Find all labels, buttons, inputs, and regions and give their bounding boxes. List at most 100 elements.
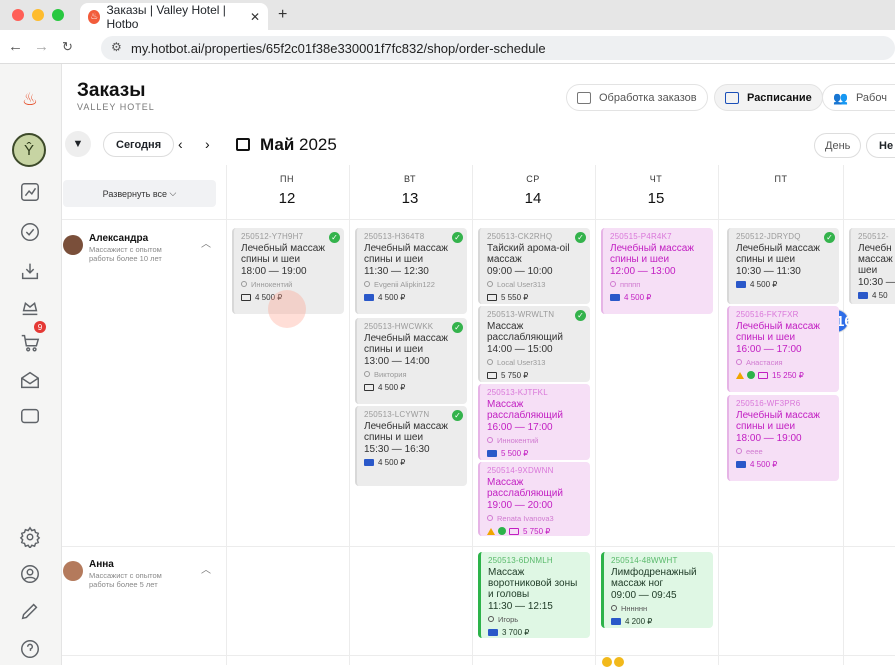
- service-name: Лечебный массаж спины и шеи: [736, 321, 820, 343]
- order-card[interactable]: 250513-WRWLTN Массаж расслабляющий 14:00 —…: [478, 306, 590, 382]
- employee-row: Анастасия: [736, 357, 833, 368]
- inbox-download-icon[interactable]: [17, 258, 43, 284]
- service-name: Массаж воротниковой зоны и головы: [488, 567, 578, 600]
- minimize-window-button[interactable]: [32, 9, 44, 21]
- order-card[interactable]: 250512-JDRYDQ Лечебный массаж спины и шеи…: [727, 228, 839, 304]
- maximize-window-button[interactable]: [52, 9, 64, 21]
- person-icon: [736, 448, 742, 454]
- order-price: 5 750 ₽: [501, 371, 529, 380]
- card-payment-icon: [736, 461, 746, 468]
- card-payment-icon: [611, 618, 621, 625]
- status-dot: [602, 657, 612, 667]
- col-divider: [843, 165, 844, 665]
- weekday: ПН: [280, 174, 294, 184]
- staff-description: Массажист с опытом работы более 10 лет: [89, 245, 162, 263]
- weekday: ВТ: [404, 174, 416, 184]
- url-field[interactable]: ⚙ my.hotbot.ai/properties/65f2c01f38e330…: [101, 36, 895, 60]
- shop-cart-icon[interactable]: [17, 330, 43, 356]
- filter-funnel-icon[interactable]: ▼: [65, 131, 91, 157]
- day-number: 14: [524, 190, 542, 207]
- order-price: 5 500 ₽: [501, 449, 529, 458]
- day-view-button[interactable]: День: [814, 133, 862, 158]
- employee-name: ппппп: [620, 280, 641, 289]
- order-price: 4 50: [872, 291, 888, 300]
- close-window-button[interactable]: [12, 9, 24, 21]
- order-code: 250513-KJTFKL: [487, 388, 548, 397]
- order-time: 18:00 — 19:00: [736, 433, 802, 444]
- order-price: 4 500 ₽: [750, 460, 778, 469]
- profile-icon[interactable]: [17, 561, 43, 587]
- employee-name: Renata Ivanova3: [497, 514, 554, 523]
- property-avatar[interactable]: Ŷ: [12, 133, 46, 167]
- help-icon[interactable]: [17, 636, 43, 662]
- order-card[interactable]: 250513-H364T8 Лечебный массаж спины и шеи…: [355, 228, 467, 314]
- service-name: Лечебный массаж спины и шеи: [736, 410, 820, 432]
- order-card[interactable]: 250514-9XDWNN Массаж расслабляющий 19:00 —…: [478, 462, 590, 536]
- workload-view-button[interactable]: 👥 Рабоч: [822, 84, 895, 111]
- chevron-up-icon[interactable]: ︿: [201, 235, 211, 250]
- employee-row: ппппп: [610, 279, 707, 290]
- today-button[interactable]: Сегодня: [103, 132, 175, 157]
- order-price: 5 750 ₽: [523, 527, 551, 536]
- price-row: 4 500 ₽: [736, 279, 833, 290]
- new-tab-icon[interactable]: +: [278, 6, 287, 24]
- chat-icon[interactable]: [17, 404, 43, 430]
- order-card[interactable]: 250513-LCYW7N Лечебный массаж спины и шеи…: [355, 406, 467, 486]
- employee-name: eeee: [746, 447, 763, 456]
- site-settings-icon[interactable]: ⚙: [111, 40, 122, 54]
- order-card[interactable]: 250514-48WWHT Лимфодренажный массаж ног 09…: [601, 552, 713, 628]
- person-icon: [487, 359, 493, 365]
- order-price: 4 500 ₽: [378, 383, 406, 392]
- reload-icon[interactable]: ↻: [62, 39, 73, 55]
- order-processing-view-button[interactable]: Обработка заказов: [566, 84, 708, 111]
- close-tab-icon[interactable]: ✕: [250, 10, 260, 24]
- employee-row: Нннннн: [611, 603, 707, 614]
- day-header-wed[interactable]: СР 14: [472, 174, 594, 207]
- order-card[interactable]: 250512- Лечебн массаж шеи 10:30 — 4 50: [849, 228, 895, 304]
- forward-arrow-icon[interactable]: →: [34, 38, 49, 55]
- employee-name: Виктория: [374, 370, 407, 379]
- schedule-view-button[interactable]: Расписание: [714, 84, 823, 111]
- services-crown-icon[interactable]: [17, 294, 43, 320]
- price-row: 4 500 ₽: [364, 292, 461, 303]
- day-header-thu[interactable]: ЧТ 15: [595, 174, 717, 207]
- order-card[interactable]: 250516-WF3PR6 Лечебный массаж спины и шеи…: [727, 395, 839, 481]
- col-divider: [595, 165, 596, 665]
- week-view-button[interactable]: Не: [866, 133, 895, 158]
- price-row: 4 500 ₽: [364, 382, 461, 393]
- back-arrow-icon[interactable]: ←: [8, 38, 23, 55]
- mail-open-icon[interactable]: [17, 367, 43, 393]
- tasks-check-icon[interactable]: [17, 219, 43, 245]
- order-code: 250513-H364T8: [364, 232, 425, 241]
- inbox-icon: [577, 91, 591, 104]
- day-header-mon[interactable]: ПН 12: [226, 174, 348, 207]
- price-row: 4 500 ₽: [610, 292, 707, 303]
- browser-tab[interactable]: ♨ Заказы | Valley Hotel | Hotbo ✕: [80, 3, 268, 31]
- price-row: 5 750 ₽: [487, 370, 584, 381]
- hotbot-logo-icon[interactable]: ♨: [17, 86, 43, 112]
- view-label: Рабоч: [855, 91, 887, 104]
- order-card[interactable]: 250513-6DNMLH Массаж воротниковой зоны и …: [478, 552, 590, 638]
- prev-week-chevron-icon[interactable]: ‹: [178, 136, 183, 152]
- order-code: 250513-CK2RHQ: [487, 232, 553, 241]
- hotbot-favicon-icon: ♨: [88, 9, 101, 24]
- settings-gear-icon[interactable]: [17, 524, 43, 550]
- chevron-up-icon[interactable]: ︿: [201, 561, 211, 576]
- employee-row: Local User313: [487, 357, 584, 368]
- day-header-fri[interactable]: ПТ 16: [720, 174, 853, 333]
- order-card[interactable]: 250513-CK2RHQ Тайский арома-oil массаж 09:…: [478, 228, 590, 304]
- order-card[interactable]: 250513-KJTFKL Массаж расслабляющий 16:00 —…: [478, 384, 590, 460]
- day-header-tue[interactable]: ВТ 13: [349, 174, 471, 207]
- next-week-chevron-icon[interactable]: ›: [205, 136, 210, 152]
- order-card[interactable]: 250516-FK7FXR Лечебный массаж спины и шеи…: [727, 306, 839, 392]
- analytics-icon[interactable]: [17, 179, 43, 205]
- page-title: Заказы: [77, 80, 146, 101]
- service-name: Лечебн массаж шеи: [858, 243, 893, 276]
- property-name: VALLEY HOTEL: [77, 102, 155, 112]
- day-number: 13: [401, 190, 419, 207]
- order-card[interactable]: 250513-HWCWKK Лечебный массаж спины и шеи…: [355, 318, 467, 404]
- expand-all-button[interactable]: Развернуть все ⌵: [63, 180, 216, 207]
- edit-pencil-icon[interactable]: [17, 598, 43, 624]
- price-row: 4 200 ₽: [611, 616, 707, 627]
- order-card[interactable]: 250515-P4R4K7 Лечебный массаж спины и шеи…: [601, 228, 713, 314]
